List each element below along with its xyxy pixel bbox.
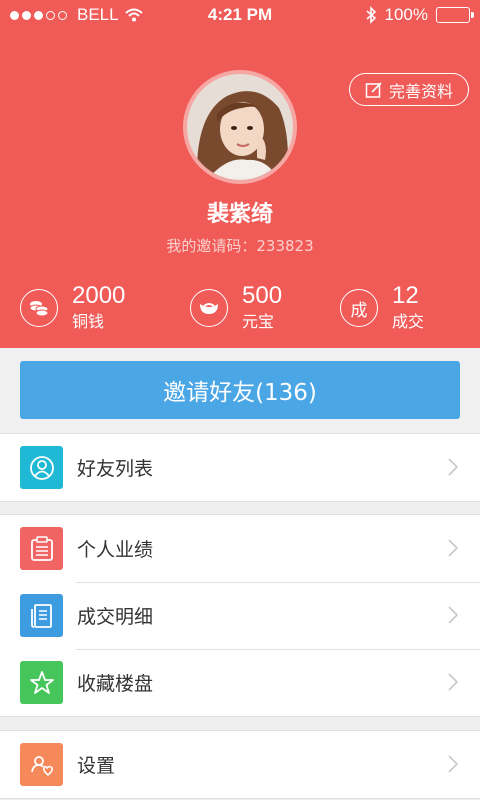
settings-icon [20,743,63,786]
deals-detail-label: 成交明细 [77,606,154,628]
friends-icon [20,446,63,489]
invite-friends-button[interactable]: 邀请好友(136) [20,361,460,419]
avatar-photo [187,74,293,180]
edit-profile-label: 完善资料 [388,81,453,101]
stat-coins[interactable]: 2000 铜钱 [20,280,125,336]
friends-label: 好友列表 [77,458,154,480]
ingot-icon [190,289,228,327]
menu-item-deals[interactable]: 成交明细 [0,582,480,649]
chevron-right-icon [448,458,458,476]
invite-code: 我的邀请码：233823 [166,237,314,255]
coins-icon [20,289,58,327]
bluetooth-icon [365,6,376,24]
deals-value: 12 [392,282,419,309]
document-icon [20,594,63,637]
ingots-label: 元宝 [242,312,275,331]
menu-item-favorites[interactable]: 收藏楼盘 [0,649,480,716]
chevron-right-icon [448,539,458,557]
favorites-label: 收藏楼盘 [77,673,154,695]
status-right: 100% [365,5,474,25]
chevron-right-icon [448,673,458,691]
edit-profile-button[interactable]: 完善资料 [349,73,469,106]
star-icon [20,661,63,704]
chevron-right-icon [448,755,458,773]
coins-value: 2000 [72,282,126,309]
menu-item-performance[interactable]: 个人业绩 [0,515,480,582]
ingots-value: 500 [242,282,283,309]
coins-label: 铜钱 [72,312,105,331]
user-name: 裴紫绮 [206,202,273,227]
stat-deals[interactable]: 成 12 成交 [340,280,424,336]
battery-percent: 100% [384,5,428,24]
chevron-right-icon [448,606,458,624]
deal-icon: 成 [340,289,378,327]
performance-label: 个人业绩 [77,539,154,561]
menu-group-business: 个人业绩 成交明细 收藏楼盘 [0,514,480,717]
edit-icon [365,81,382,98]
profile-header: BELL 4:21 PM 100% 完善资料 裴紫绮 我的邀请码：233823 … [0,0,480,348]
invite-section: 邀请好友(136) [0,348,480,433]
menu-item-friends[interactable]: 好友列表 [0,434,480,501]
settings-label: 设置 [77,755,116,777]
menu-group-friends: 好友列表 [0,433,480,502]
menu-item-settings[interactable]: 设置 [0,731,480,798]
status-bar: BELL 4:21 PM 100% [0,0,480,30]
avatar[interactable] [183,70,297,184]
deals-label: 成交 [392,312,425,331]
clipboard-icon [20,527,63,570]
battery-icon [436,7,474,23]
deal-icon-text: 成 [350,300,368,321]
stat-ingots[interactable]: 500 元宝 [190,280,282,336]
menu-group-settings: 设置 [0,730,480,799]
